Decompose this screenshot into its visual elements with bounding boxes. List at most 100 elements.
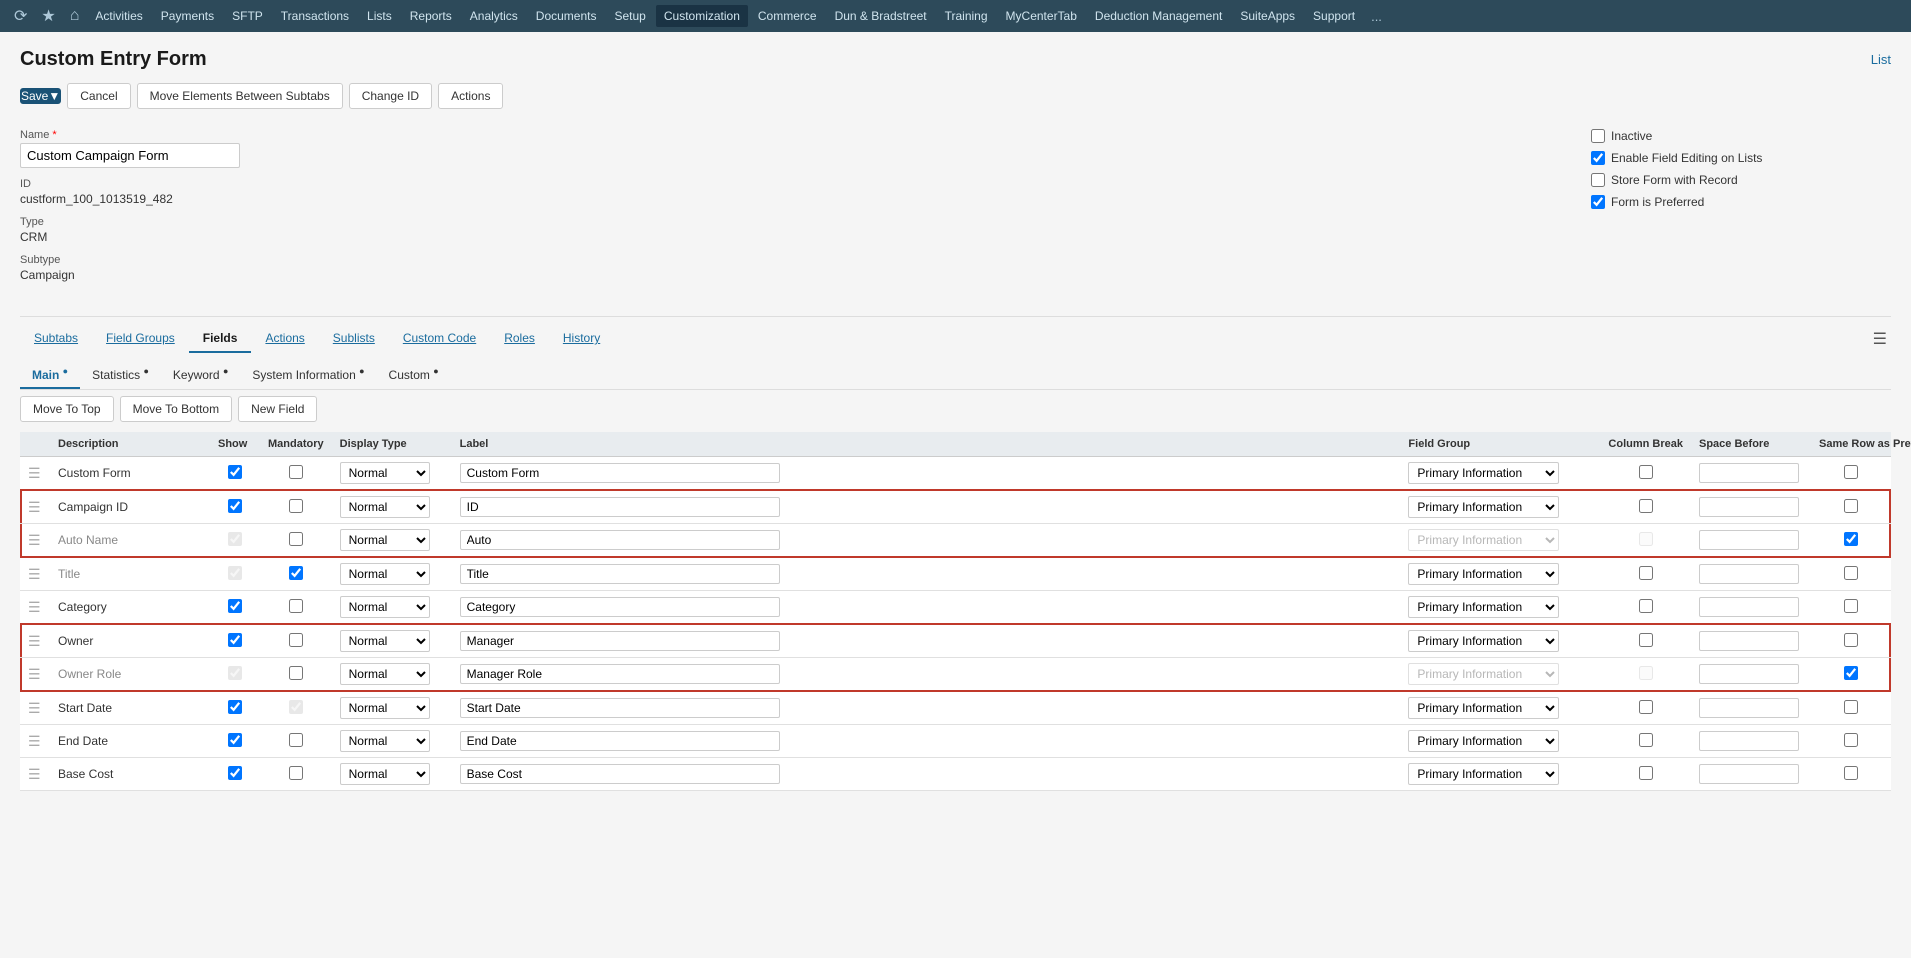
nav-documents[interactable]: Documents: [528, 5, 605, 27]
field-group-select[interactable]: Primary Information Secondary Informatio…: [1408, 596, 1559, 618]
space-before-input[interactable]: [1699, 631, 1799, 651]
display-type-select[interactable]: Normal Inline Text Hidden: [340, 763, 430, 785]
nav-commerce[interactable]: Commerce: [750, 5, 825, 27]
subtab-system-information[interactable]: System Information ●: [240, 361, 376, 389]
move-to-bottom-button[interactable]: Move To Bottom: [120, 396, 232, 422]
mandatory-checkbox[interactable]: [289, 666, 303, 680]
nav-reports[interactable]: Reports: [402, 5, 460, 27]
same-row-checkbox[interactable]: [1844, 766, 1858, 780]
label-input[interactable]: [460, 497, 780, 517]
store-form-checkbox[interactable]: [1591, 173, 1605, 187]
nav-analytics[interactable]: Analytics: [462, 5, 526, 27]
show-checkbox[interactable]: [228, 465, 242, 479]
space-before-input[interactable]: [1699, 597, 1799, 617]
subtab-keyword[interactable]: Keyword ●: [161, 361, 240, 389]
hamburger-icon[interactable]: ☰: [1869, 325, 1891, 353]
label-input[interactable]: [460, 463, 780, 483]
same-row-checkbox[interactable]: [1844, 700, 1858, 714]
tab-actions[interactable]: Actions: [251, 325, 318, 353]
same-row-checkbox[interactable]: [1844, 499, 1858, 513]
same-row-checkbox[interactable]: [1844, 532, 1858, 546]
move-elements-button[interactable]: Move Elements Between Subtabs: [137, 83, 343, 109]
show-checkbox[interactable]: [228, 599, 242, 613]
actions-button[interactable]: Actions: [438, 83, 503, 109]
new-field-button[interactable]: New Field: [238, 396, 317, 422]
display-type-select[interactable]: Normal Inline Text Hidden: [340, 563, 430, 585]
column-break-checkbox[interactable]: [1639, 599, 1653, 613]
label-input[interactable]: [460, 530, 780, 550]
form-preferred-checkbox[interactable]: [1591, 195, 1605, 209]
nav-setup[interactable]: Setup: [607, 5, 654, 27]
same-row-checkbox[interactable]: [1844, 666, 1858, 680]
space-before-input[interactable]: [1699, 731, 1799, 751]
list-link[interactable]: List: [1871, 52, 1891, 67]
nav-payments[interactable]: Payments: [153, 5, 222, 27]
mandatory-checkbox[interactable]: [289, 465, 303, 479]
drag-handle-icon[interactable]: ☰: [28, 733, 41, 749]
nav-mycentertab[interactable]: MyCenterTab: [998, 5, 1085, 27]
show-checkbox[interactable]: [228, 633, 242, 647]
label-input[interactable]: [460, 698, 780, 718]
nav-suiteapps[interactable]: SuiteApps: [1232, 5, 1303, 27]
mandatory-checkbox[interactable]: [289, 700, 303, 714]
nav-lists[interactable]: Lists: [359, 5, 400, 27]
column-break-checkbox[interactable]: [1639, 633, 1653, 647]
nav-customization[interactable]: Customization: [656, 5, 748, 27]
nav-deduction-management[interactable]: Deduction Management: [1087, 5, 1230, 27]
display-type-select[interactable]: Normal Inline Text Hidden: [340, 663, 430, 685]
nav-more[interactable]: ...: [1365, 9, 1388, 24]
column-break-checkbox[interactable]: [1639, 733, 1653, 747]
show-checkbox[interactable]: [228, 700, 242, 714]
move-to-top-button[interactable]: Move To Top: [20, 396, 114, 422]
subtab-custom[interactable]: Custom ●: [377, 361, 451, 389]
tab-customcode[interactable]: Custom Code: [389, 325, 490, 353]
space-before-input[interactable]: [1699, 764, 1799, 784]
field-group-select[interactable]: Primary Information Secondary Informatio…: [1408, 529, 1559, 551]
mandatory-checkbox[interactable]: [289, 633, 303, 647]
history-icon[interactable]: ⟳: [8, 6, 33, 26]
space-before-input[interactable]: [1699, 698, 1799, 718]
label-input[interactable]: [460, 664, 780, 684]
label-input[interactable]: [460, 731, 780, 751]
home-icon[interactable]: ⌂: [64, 7, 86, 25]
display-type-select[interactable]: Normal Inline Text Hidden: [340, 596, 430, 618]
tab-sublists[interactable]: Sublists: [319, 325, 389, 353]
display-type-select[interactable]: Normal Inline Text Hidden: [340, 462, 430, 484]
tab-history[interactable]: History: [549, 325, 614, 353]
nav-training[interactable]: Training: [937, 5, 996, 27]
drag-handle-icon[interactable]: ☰: [28, 633, 41, 649]
column-break-checkbox[interactable]: [1639, 666, 1653, 680]
same-row-checkbox[interactable]: [1844, 733, 1858, 747]
subtab-main[interactable]: Main ●: [20, 361, 80, 389]
mandatory-checkbox[interactable]: [289, 733, 303, 747]
drag-handle-icon[interactable]: ☰: [28, 666, 41, 682]
same-row-checkbox[interactable]: [1844, 633, 1858, 647]
drag-handle-icon[interactable]: ☰: [28, 566, 41, 582]
field-group-select[interactable]: Primary Information Secondary Informatio…: [1408, 663, 1559, 685]
mandatory-checkbox[interactable]: [289, 766, 303, 780]
display-type-select[interactable]: Normal Inline Text Hidden: [340, 730, 430, 752]
space-before-input[interactable]: [1699, 463, 1799, 483]
space-before-input[interactable]: [1699, 564, 1799, 584]
tab-fieldgroups[interactable]: Field Groups: [92, 325, 189, 353]
show-checkbox[interactable]: [228, 532, 242, 546]
tab-subtabs[interactable]: Subtabs: [20, 325, 92, 353]
label-input[interactable]: [460, 564, 780, 584]
display-type-select[interactable]: Normal Inline Text Hidden: [340, 630, 430, 652]
show-checkbox[interactable]: [228, 766, 242, 780]
mandatory-checkbox[interactable]: [289, 566, 303, 580]
star-icon[interactable]: ★: [35, 6, 61, 26]
tab-fields[interactable]: Fields: [189, 325, 252, 353]
label-input[interactable]: [460, 631, 780, 651]
label-input[interactable]: [460, 597, 780, 617]
subtab-statistics[interactable]: Statistics ●: [80, 361, 161, 389]
nav-support[interactable]: Support: [1305, 5, 1363, 27]
label-input[interactable]: [460, 764, 780, 784]
show-checkbox[interactable]: [228, 733, 242, 747]
save-button-label[interactable]: Save: [21, 89, 48, 103]
display-type-select[interactable]: Normal Inline Text Hidden: [340, 496, 430, 518]
drag-handle-icon[interactable]: ☰: [28, 599, 41, 615]
display-type-select[interactable]: Normal Inline Text Hidden: [340, 697, 430, 719]
show-checkbox[interactable]: [228, 499, 242, 513]
space-before-input[interactable]: [1699, 497, 1799, 517]
